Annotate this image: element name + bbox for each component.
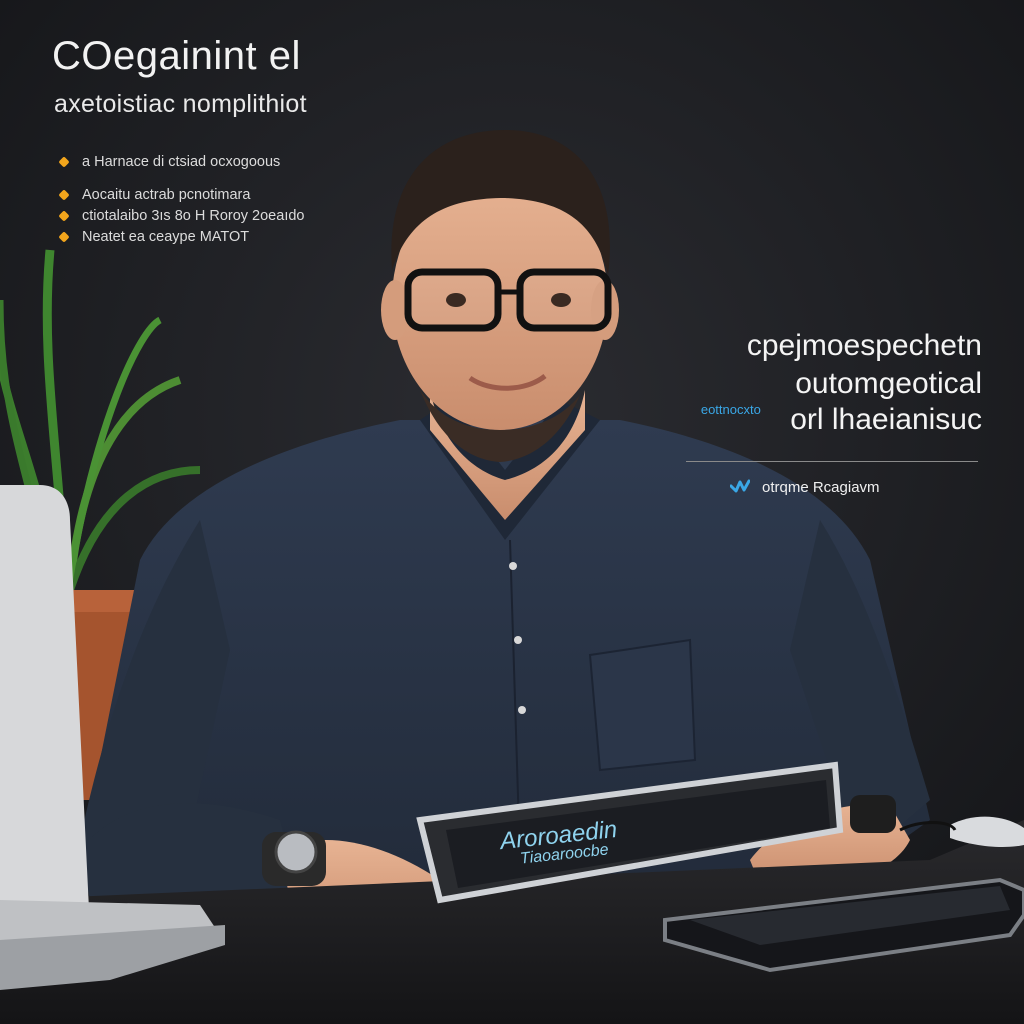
bullet-text: Aocaitu actrab pcnotimara [82,187,251,203]
bullet-icon [58,156,70,168]
bullet-icon [58,189,70,201]
divider-line [686,461,978,462]
bullet-text: a Harnace di ctsiad ocxogoous [82,154,281,170]
wristwatch [850,795,896,833]
shirt-button [509,562,517,570]
bullet-list: a Harnace di ctsiad ocxogoous Aocaitu ac… [58,152,304,248]
bullet-text: Neatet ea ceaype MATOT [82,229,250,245]
poster-title: COegainint el [52,34,301,78]
right-line-2: outomgeotical [795,367,982,400]
bullet-icon [58,210,70,222]
bullet-item: ctiotalaibo 3ıs 8o H Roroy 2oeaıdo [58,206,304,227]
bullet-item: Neatet ea ceaype MATOT [58,227,304,248]
shirt-pocket [588,638,697,772]
right-line-1: cpejmoespechetn [746,329,982,362]
right-line-3: orl lhaeianisuc [790,403,982,436]
right-line-tag: eottnocxto [700,402,761,417]
credit-label: otrqme Rcagiavm [762,479,880,496]
bullet-item: a Harnace di ctsiad ocxogoous [58,152,304,173]
wave-check-icon [730,479,750,493]
poster-subtitle: axetoistiac nomplithiot [54,90,307,118]
bullet-icon [58,231,70,243]
bullet-text: ctiotalaibo 3ıs 8o H Roroy 2oeaıdo [82,208,305,224]
right-line-3-row: eottnocxto orl lhaeianisuc [701,402,982,443]
right-headline: cpejmoespechetn outomgeotical eottnocxto… [701,326,982,443]
shirt-button [518,706,526,714]
shirt-button [514,636,522,644]
bullet-item: Aocaitu actrab pcnotimara [58,185,304,206]
